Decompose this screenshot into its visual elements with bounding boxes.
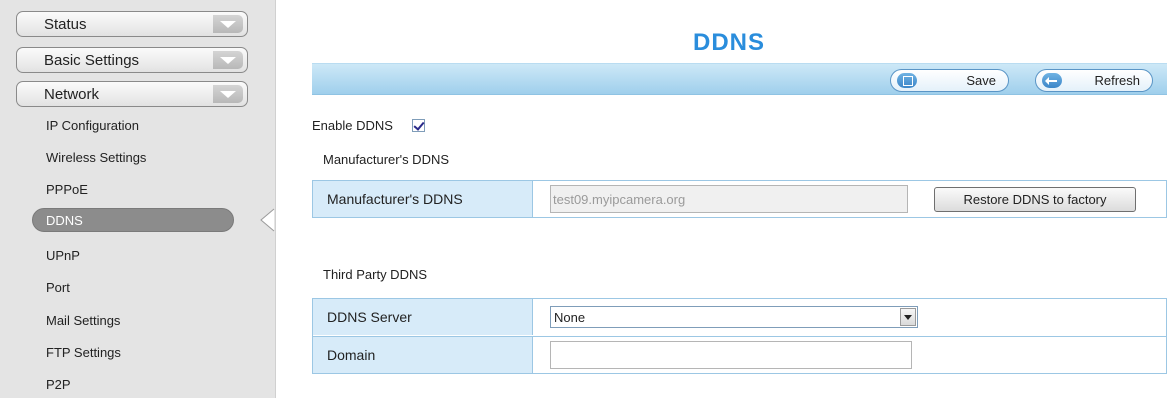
- domain-field[interactable]: [550, 341, 912, 369]
- page-title: DDNS: [693, 29, 766, 56]
- toolbar: Save Refresh: [312, 63, 1167, 95]
- menu-network[interactable]: Network: [16, 81, 248, 107]
- chevron-down-icon: [213, 51, 243, 69]
- menu-network-label: Network: [44, 85, 100, 103]
- refresh-button-label: Refresh: [1094, 73, 1140, 88]
- manufacturer-ddns-row-label: Manufacturer's DDNS: [313, 181, 533, 217]
- manufacturer-ddns-section-title: Manufacturer's DDNS: [323, 152, 450, 167]
- save-button-label: Save: [966, 73, 996, 88]
- enable-ddns-checkbox[interactable]: [412, 119, 425, 132]
- sidebar-item-ddns[interactable]: DDNS: [32, 208, 234, 232]
- ddns-server-selected-value: None: [554, 309, 586, 325]
- menu-basic-settings-label: Basic Settings: [44, 51, 140, 69]
- chevron-down-icon: [213, 85, 243, 103]
- menu-status-label: Status: [44, 15, 87, 33]
- sidebar-item-mail-settings[interactable]: Mail Settings: [46, 313, 120, 328]
- manufacturer-ddns-field: [550, 185, 908, 213]
- sidebar-item-ftp-settings[interactable]: FTP Settings: [46, 345, 121, 360]
- third-party-ddns-section-title: Third Party DDNS: [323, 267, 428, 282]
- save-button[interactable]: Save: [890, 69, 1009, 92]
- save-icon: [897, 73, 917, 88]
- sidebar-item-wireless-settings[interactable]: Wireless Settings: [46, 150, 146, 165]
- enable-ddns-label: Enable DDNS: [312, 118, 393, 133]
- chevron-down-icon[interactable]: [900, 308, 916, 326]
- ddns-server-label: DDNS Server: [313, 299, 533, 335]
- sidebar-item-pppoe[interactable]: PPPoE: [46, 182, 88, 197]
- restore-ddns-button[interactable]: Restore DDNS to factory: [934, 187, 1136, 212]
- sidebar-item-ip-configuration[interactable]: IP Configuration: [46, 118, 139, 133]
- refresh-icon: [1042, 73, 1062, 88]
- ddns-server-select[interactable]: None: [550, 306, 918, 328]
- active-pointer-icon: [260, 208, 275, 232]
- chevron-down-icon: [213, 15, 243, 33]
- menu-basic-settings[interactable]: Basic Settings: [16, 47, 248, 73]
- sidebar: Status Basic Settings Network IP Configu…: [0, 0, 276, 398]
- menu-status[interactable]: Status: [16, 11, 248, 37]
- sidebar-item-port[interactable]: Port: [46, 280, 70, 295]
- sidebar-item-ddns-label: DDNS: [46, 212, 83, 228]
- sidebar-item-p2p[interactable]: P2P: [46, 377, 71, 392]
- domain-label: Domain: [313, 337, 533, 373]
- sidebar-item-upnp[interactable]: UPnP: [46, 248, 80, 263]
- refresh-button[interactable]: Refresh: [1035, 69, 1153, 92]
